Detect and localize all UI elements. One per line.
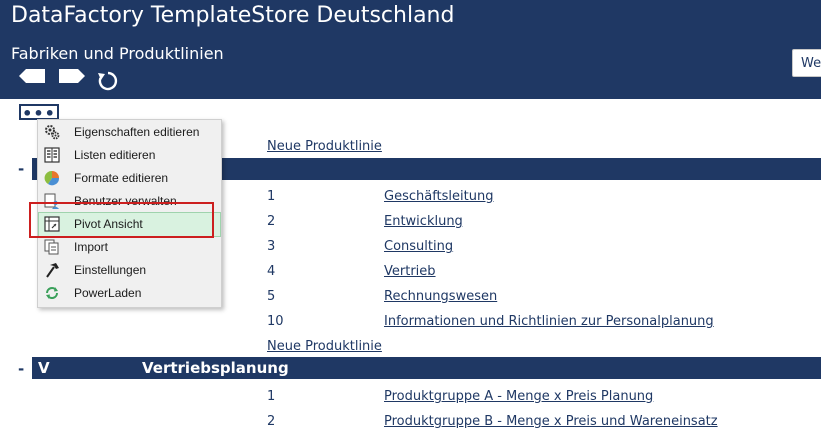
pivot-table-icon xyxy=(44,216,60,232)
menu-item-label: Eigenschaften editieren xyxy=(74,125,200,139)
menu-item-label: Benutzer verwalten xyxy=(74,194,177,208)
more-options-button[interactable]: ••• xyxy=(19,104,59,122)
product-line-link[interactable]: Entwicklung xyxy=(384,214,463,229)
product-line-link[interactable]: Vertrieb xyxy=(384,264,436,279)
app-title: DataFactory TemplateStore Deutschland xyxy=(11,3,455,28)
menu-item-label: PowerLaden xyxy=(74,286,142,300)
list-icon xyxy=(44,147,60,163)
hammer-icon xyxy=(44,262,60,278)
recycle-icon xyxy=(44,285,60,301)
menu-item-benutzer[interactable]: Benutzer verwalten xyxy=(39,190,220,213)
menu-item-formate[interactable]: Formate editieren xyxy=(39,167,220,190)
menu-item-powerladen[interactable]: PowerLaden xyxy=(39,282,220,305)
product-line-link[interactable]: Informationen und Richtlinien zur Person… xyxy=(384,314,714,329)
product-line-link[interactable]: Consulting xyxy=(384,239,453,254)
menu-item-pivot[interactable]: Pivot Ansicht xyxy=(38,212,221,237)
back-arrow-icon[interactable] xyxy=(19,68,47,84)
menu-item-label: Import xyxy=(74,240,109,254)
section-title: Vertriebsplanung xyxy=(142,359,289,377)
row-number: 2 xyxy=(267,214,276,229)
new-product-line-link[interactable]: Neue Produktlinie xyxy=(267,339,382,354)
row-number: 2 xyxy=(267,414,276,429)
section-collapse-toggle[interactable]: - xyxy=(18,160,24,178)
menu-item-label: Pivot Ansicht xyxy=(74,217,143,231)
product-line-link[interactable]: Geschäftsleitung xyxy=(384,189,493,204)
section-header[interactable]: V Vertriebsplanung xyxy=(32,357,821,379)
menu-item-label: Listen editieren xyxy=(74,148,156,162)
row-number: 1 xyxy=(267,389,276,404)
menu-item-einstellungen[interactable]: Einstellungen xyxy=(39,259,220,282)
menu-item-listen[interactable]: Listen editieren xyxy=(39,144,220,167)
new-product-line-link[interactable]: Neue Produktlinie xyxy=(267,139,382,154)
forward-arrow-icon[interactable] xyxy=(58,68,86,84)
menu-item-eigenschaften[interactable]: Eigenschaften editieren xyxy=(39,121,220,144)
product-line-link[interactable]: Rechnungswesen xyxy=(384,289,497,304)
refresh-icon[interactable] xyxy=(98,71,118,91)
product-line-link[interactable]: Produktgruppe A - Menge x Preis Planung xyxy=(384,389,653,404)
section-collapse-toggle[interactable]: - xyxy=(18,360,24,378)
section-code: V xyxy=(38,359,50,377)
context-menu: Eigenschaften editieren Listen editieren xyxy=(37,119,222,308)
row-number: 4 xyxy=(267,264,276,279)
header-right-button[interactable]: We xyxy=(792,49,821,77)
row-number: 1 xyxy=(267,189,276,204)
menu-item-label: Formate editieren xyxy=(74,171,169,185)
row-number: 10 xyxy=(267,314,284,329)
row-number: 5 xyxy=(267,289,276,304)
row-number: 3 xyxy=(267,239,276,254)
pie-chart-icon xyxy=(44,170,60,186)
menu-item-import[interactable]: Import xyxy=(39,236,220,259)
app-header: DataFactory TemplateStore Deutschland Fa… xyxy=(0,0,821,99)
product-line-link[interactable]: Produktgruppe B - Menge x Preis und Ware… xyxy=(384,414,718,429)
user-document-icon xyxy=(44,193,60,209)
menu-item-label: Einstellungen xyxy=(74,263,147,277)
import-icon xyxy=(44,239,60,255)
page-subtitle: Fabriken und Produktlinien xyxy=(11,44,224,63)
gears-icon xyxy=(44,124,60,140)
